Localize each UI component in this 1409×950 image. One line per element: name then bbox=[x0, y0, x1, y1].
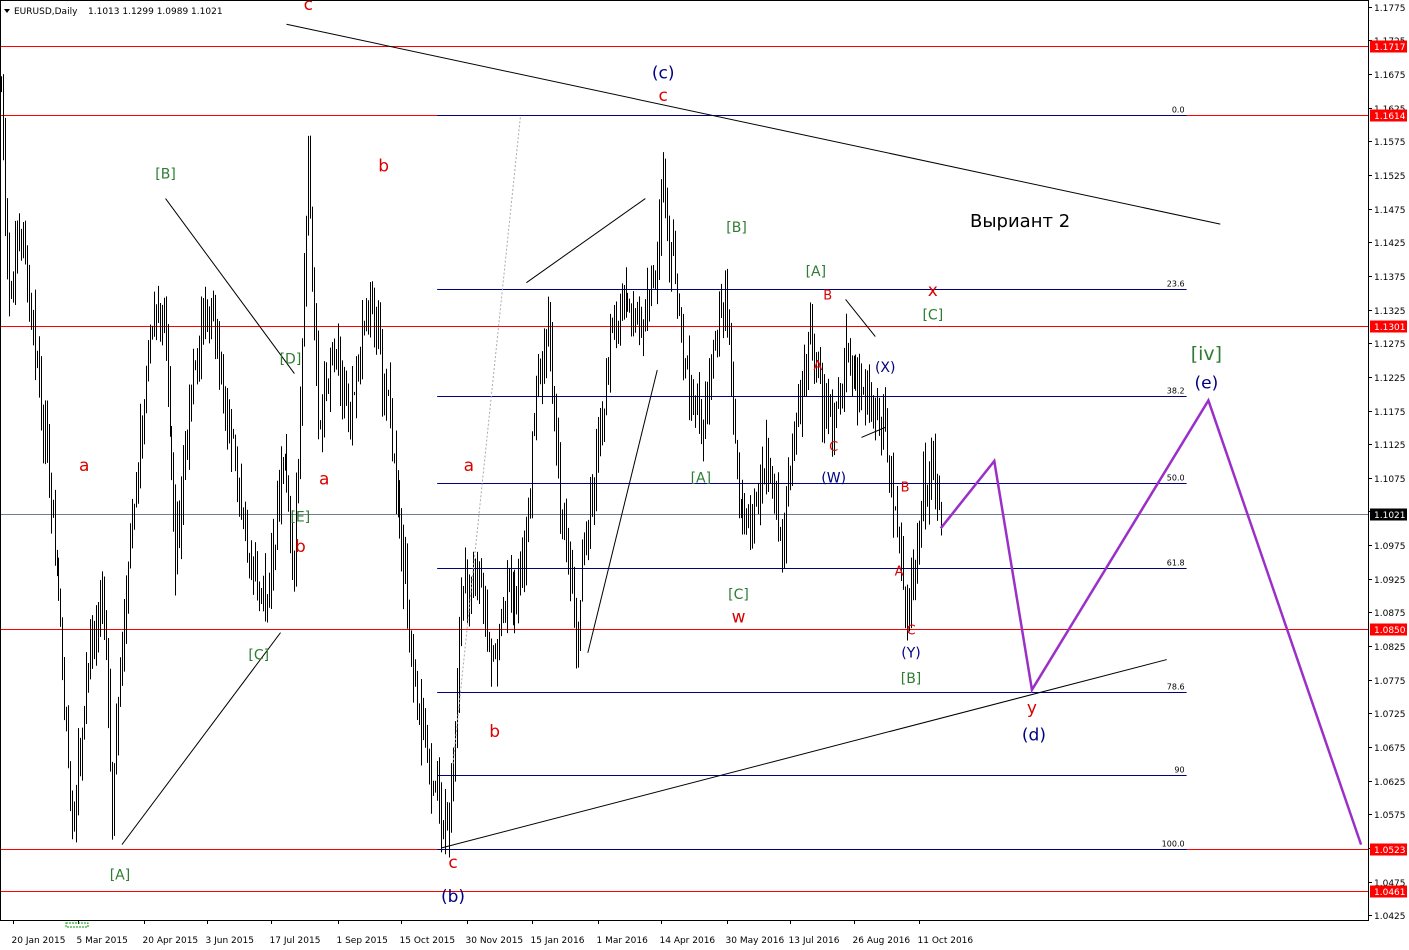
wave-label: A bbox=[895, 564, 904, 579]
wave-label: [A] bbox=[806, 264, 827, 280]
y-tick-label: 1.0725 bbox=[1374, 710, 1406, 720]
chart-header: EURUSD,Daily 1.1013 1.1299 1.0989 1.1021 bbox=[4, 7, 223, 17]
x-tick-label: 14 Apr 2016 bbox=[660, 936, 716, 946]
wave-label: (c) bbox=[652, 64, 675, 84]
x-tick-label: 17 Jul 2015 bbox=[270, 936, 321, 946]
wave-label: a bbox=[464, 456, 474, 476]
x-tick-label: 30 Nov 2015 bbox=[466, 936, 524, 946]
wave-label: [D] bbox=[280, 351, 302, 367]
wave-label: (d) bbox=[1022, 725, 1046, 745]
ohlc-header: 1.1013 1.1299 1.0989 1.1021 bbox=[88, 7, 223, 17]
wave-label: [B] bbox=[726, 220, 747, 236]
x-tick-label: 1 Mar 2016 bbox=[597, 936, 649, 946]
wave-label: c bbox=[304, 0, 313, 15]
x-tick-label: 15 Oct 2015 bbox=[400, 936, 456, 946]
x-tick-label: 5 Mar 2015 bbox=[77, 936, 128, 946]
y-tick-label: 1.1175 bbox=[1374, 408, 1406, 418]
wave-label: (X) bbox=[875, 360, 896, 376]
wave-label: b bbox=[489, 722, 500, 742]
wave-label: b bbox=[295, 537, 306, 557]
wave-label: [C] bbox=[922, 308, 943, 324]
y-tick-label: 1.1275 bbox=[1374, 340, 1406, 350]
price-level-badge-label: 1.0523 bbox=[1374, 846, 1406, 856]
wave-label: B bbox=[823, 288, 832, 303]
x-tick-label: 11 Oct 2016 bbox=[918, 936, 974, 946]
fib-level-label: 50.0 bbox=[1167, 474, 1185, 483]
wave-label: a bbox=[79, 456, 89, 476]
variant-label: Выриант 2 bbox=[970, 211, 1070, 232]
x-tick-label: 30 May 2016 bbox=[726, 936, 785, 946]
wave-label: x bbox=[928, 281, 938, 301]
y-tick-label: 1.1775 bbox=[1374, 4, 1406, 14]
wave-label: a bbox=[319, 470, 329, 490]
wave-label: (W) bbox=[821, 471, 846, 487]
fib-level-label: 38.2 bbox=[1167, 387, 1185, 396]
y-tick-label: 1.0575 bbox=[1374, 811, 1406, 821]
fib-level-label: 23.6 bbox=[1167, 280, 1185, 289]
y-tick-label: 1.1525 bbox=[1374, 172, 1406, 182]
y-tick-label: 1.0875 bbox=[1374, 609, 1406, 619]
wave-label: [E] bbox=[290, 510, 310, 526]
wave-label: [B] bbox=[901, 671, 922, 687]
y-tick-label: 1.0625 bbox=[1374, 778, 1406, 788]
wave-label: [A] bbox=[691, 471, 712, 487]
symbol-header: EURUSD,Daily bbox=[14, 7, 78, 17]
y-tick-label: 1.1125 bbox=[1374, 441, 1406, 451]
price-level-badge-label: 1.1717 bbox=[1374, 43, 1406, 53]
fib-level-label: 90 bbox=[1174, 766, 1184, 775]
x-tick-label: 13 Jul 2016 bbox=[789, 936, 840, 946]
price-level-badge-label: 1.0850 bbox=[1374, 626, 1406, 636]
price-level-badge-label: 1.1614 bbox=[1374, 112, 1406, 122]
wave-label: w bbox=[732, 608, 746, 628]
wave-label: [C] bbox=[728, 587, 749, 603]
y-tick-label: 1.1375 bbox=[1374, 273, 1406, 283]
wave-label: c bbox=[448, 853, 457, 873]
wave-label: (e) bbox=[1195, 373, 1219, 393]
wave-label: c bbox=[659, 86, 668, 106]
wave-label: [B] bbox=[155, 166, 176, 182]
wave-label: (b) bbox=[441, 887, 465, 907]
wave-label: [A] bbox=[110, 868, 131, 884]
current-price-badge-label: 1.1021 bbox=[1374, 511, 1406, 521]
y-tick-label: 1.0425 bbox=[1374, 912, 1406, 922]
price-level-badge-label: 1.0461 bbox=[1374, 888, 1406, 898]
fib-level-label: 0.0 bbox=[1172, 106, 1185, 115]
y-tick-label: 1.1675 bbox=[1374, 71, 1406, 81]
y-tick-label: 1.1425 bbox=[1374, 239, 1406, 249]
x-tick-label: 26 Aug 2016 bbox=[853, 936, 911, 946]
y-tick-label: 1.1075 bbox=[1374, 475, 1406, 485]
wave-label: A bbox=[813, 359, 822, 374]
y-tick-label: 1.0775 bbox=[1374, 677, 1406, 687]
wave-label: C bbox=[829, 440, 838, 455]
wave-label: [iv] bbox=[1191, 343, 1222, 365]
x-tick-label: 15 Jan 2016 bbox=[531, 936, 585, 946]
wave-label: B bbox=[901, 480, 910, 495]
wave-label: (Y) bbox=[901, 646, 920, 662]
wave-label: C bbox=[906, 624, 915, 639]
x-tick-label: 20 Apr 2015 bbox=[143, 936, 199, 946]
price-chart[interactable]: 0.023.638.250.061.878.690100.0 c(c)c[B] b… bbox=[0, 0, 1409, 950]
price-level-badge-label: 1.1301 bbox=[1374, 323, 1406, 333]
x-tick-label: 20 Jan 2015 bbox=[12, 936, 66, 946]
y-tick-label: 1.0975 bbox=[1374, 542, 1406, 552]
y-tick-label: 1.0925 bbox=[1374, 576, 1406, 586]
wave-label: b bbox=[378, 157, 389, 177]
wave-label: [C] bbox=[248, 648, 269, 664]
fib-level-label: 100.0 bbox=[1162, 840, 1185, 849]
fib-level-label: 78.6 bbox=[1167, 683, 1185, 692]
y-tick-label: 1.0675 bbox=[1374, 744, 1406, 754]
fib-level-label: 61.8 bbox=[1167, 559, 1185, 568]
x-tick-label: 3 Jun 2015 bbox=[206, 936, 254, 946]
y-tick-label: 1.1475 bbox=[1374, 206, 1406, 216]
wave-label: y bbox=[1027, 698, 1037, 718]
y-tick-label: 1.1575 bbox=[1374, 138, 1406, 148]
y-tick-label: 1.1225 bbox=[1374, 374, 1406, 384]
y-tick-label: 1.1325 bbox=[1374, 307, 1406, 317]
x-tick-label: 1 Sep 2015 bbox=[337, 936, 388, 946]
y-tick-label: 1.0825 bbox=[1374, 643, 1406, 653]
